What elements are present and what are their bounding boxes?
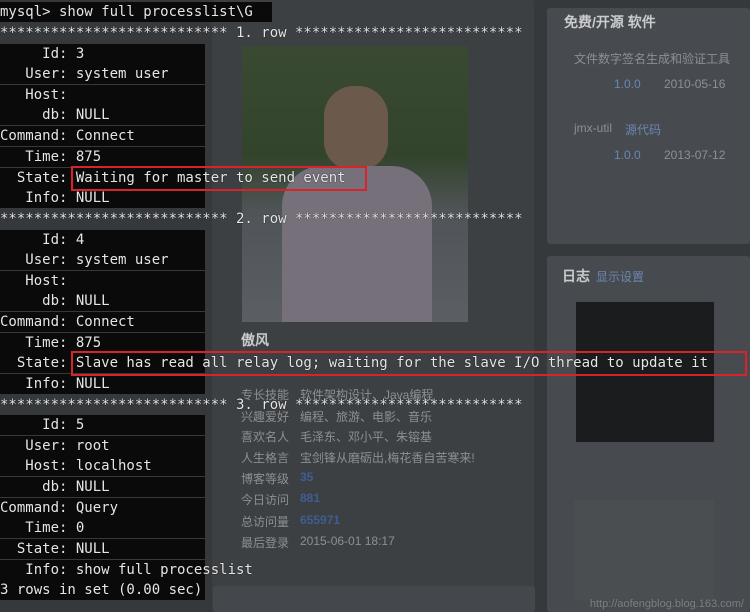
terminal-line: *************************** 3. row *****… bbox=[0, 397, 523, 413]
terminal-line: Info: show full processlist bbox=[0, 560, 253, 580]
terminal-line: Host: bbox=[0, 271, 205, 291]
terminal-line: *************************** 1. row *****… bbox=[0, 25, 523, 41]
terminal-line: Id: 4 bbox=[0, 230, 205, 250]
terminal-line: State: Slave has read all relay log; wai… bbox=[0, 353, 709, 373]
terminal-line: mysql> show full processlist\G bbox=[0, 2, 272, 22]
terminal-line: db: NULL bbox=[0, 105, 205, 125]
terminal-line: State: NULL bbox=[0, 539, 205, 559]
terminal-line: User: system user bbox=[0, 64, 205, 84]
terminal-line: *************************** 2. row *****… bbox=[0, 211, 523, 227]
terminal-line: User: system user bbox=[0, 250, 205, 270]
terminal-line: Info: NULL bbox=[0, 374, 205, 394]
terminal-line: Command: Query bbox=[0, 498, 205, 518]
terminal-line: 3 rows in set (0.00 sec) bbox=[0, 580, 205, 600]
terminal-line: Host: bbox=[0, 85, 205, 105]
terminal-line: Host: localhost bbox=[0, 456, 205, 476]
terminal-line: Command: Connect bbox=[0, 126, 205, 146]
terminal-line: User: root bbox=[0, 436, 205, 456]
terminal-line: Info: NULL bbox=[0, 188, 205, 208]
terminal-line: db: NULL bbox=[0, 291, 205, 311]
mysql-terminal[interactable]: mysql> show full processlist\G *********… bbox=[0, 0, 750, 612]
terminal-line: Time: 0 bbox=[0, 518, 205, 538]
terminal-line: Time: 875 bbox=[0, 147, 205, 167]
terminal-line: State: Waiting for master to send event bbox=[0, 168, 346, 188]
terminal-line: Command: Connect bbox=[0, 312, 205, 332]
terminal-line: Time: 875 bbox=[0, 333, 205, 353]
terminal-line: Id: 5 bbox=[0, 415, 205, 435]
terminal-line: db: NULL bbox=[0, 477, 205, 497]
terminal-line: Id: 3 bbox=[0, 44, 205, 64]
